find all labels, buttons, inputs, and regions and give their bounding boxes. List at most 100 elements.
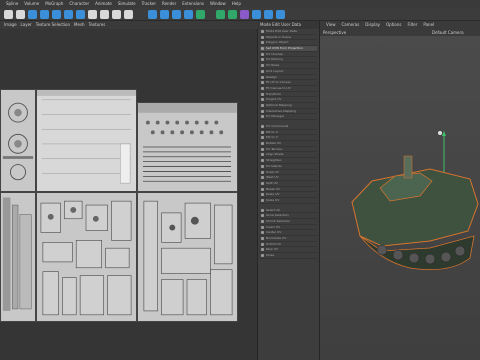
command-icon [261, 198, 264, 202]
render-view-icon[interactable] [148, 10, 157, 19]
command-label: Scale UV [266, 197, 280, 202]
viewport-title: Perspective [323, 30, 347, 35]
command-item[interactable]: UV Manager [260, 114, 317, 120]
rotate-icon[interactable] [64, 10, 73, 19]
command-item[interactable]: Scale UV [260, 198, 317, 204]
command-list: Mode Edit User Data Objects in Scene Polyg… [258, 29, 319, 259]
command-icon [261, 41, 264, 45]
command-label: Polygon Object [266, 40, 289, 45]
menu-character[interactable]: Character [69, 1, 89, 6]
menu-tracker[interactable]: Tracker [142, 1, 156, 6]
command-label: UV Manager [266, 114, 285, 119]
command-label: Pack UV [266, 247, 279, 252]
uv-menu-textures[interactable]: Textures [89, 22, 106, 27]
uv-tile-parts [36, 192, 137, 322]
command-label: Realign [266, 74, 278, 79]
camera-label[interactable]: Default Camera [432, 29, 464, 36]
viewport-menu: View Cameras Display Options Filter Panel [320, 21, 480, 29]
uv-tile-track [137, 192, 238, 322]
uv-commands-panel: Mode Edit User Data Mode Edit User Data O… [258, 21, 320, 360]
command-icon [261, 86, 264, 90]
subdivision-icon[interactable] [216, 10, 225, 19]
viewport-menu-display[interactable]: Display [365, 22, 380, 27]
command-label: Grow Selection [266, 213, 289, 218]
redo-icon[interactable] [16, 10, 25, 19]
command-icon [261, 136, 264, 140]
cube-icon[interactable] [184, 10, 193, 19]
command-icon [261, 98, 264, 102]
command-label: Center UV [266, 230, 282, 235]
menu-volume[interactable]: Volume [24, 1, 39, 6]
command-icon [261, 81, 264, 85]
command-icon [261, 231, 264, 235]
command-label: Project UV [266, 97, 282, 102]
scale-icon[interactable] [52, 10, 61, 19]
command-icon [261, 52, 264, 56]
object-icon[interactable] [76, 10, 85, 19]
command-label: Shrink Selection [266, 219, 291, 223]
command-label: Fit Canvas to UV [266, 85, 291, 90]
uv-menu-mesh[interactable]: Mesh [74, 22, 85, 27]
command-icon [261, 115, 264, 119]
main-menubar: Spline Volume MoGraph Character Animate Simul… [0, 0, 480, 8]
command-label: UV Islands [266, 163, 282, 168]
x-axis-icon[interactable] [88, 10, 97, 19]
uv-editor-canvas[interactable] [0, 29, 258, 360]
cloner-icon[interactable] [228, 10, 237, 19]
command-icon [261, 208, 264, 212]
viewport-titlebar: Perspective Default Camera [320, 29, 480, 36]
menu-extensions[interactable]: Extensions [182, 1, 204, 6]
viewport-menu-cameras[interactable]: Cameras [342, 22, 360, 27]
render-picture-icon[interactable] [160, 10, 169, 19]
y-axis-icon[interactable] [100, 10, 109, 19]
command-icon [261, 130, 264, 134]
command-label: Interactive Mapping [266, 108, 296, 113]
command-label: UV Relax [266, 63, 280, 68]
deformer-icon[interactable] [240, 10, 249, 19]
command-label: Normalize UV [266, 236, 287, 241]
command-icon [261, 35, 264, 39]
pen-icon[interactable] [196, 10, 205, 19]
menu-mograph[interactable]: MoGraph [45, 1, 63, 6]
command-label: Objects in Scene [266, 34, 292, 39]
command-label: Snap UV [266, 169, 279, 174]
uv-menu-image[interactable]: Image [4, 22, 17, 27]
undo-icon[interactable] [4, 10, 13, 19]
render-settings-icon[interactable] [172, 10, 181, 19]
command-icon [261, 92, 264, 96]
command-icon [261, 187, 264, 191]
uv-menu-layer[interactable]: Layer [21, 22, 32, 27]
perspective-viewport[interactable] [320, 36, 480, 360]
viewport-menu-view[interactable]: View [326, 22, 336, 27]
command-item[interactable]: Close [260, 253, 317, 259]
command-label: Optimal Mapping [266, 102, 292, 107]
command-icon [261, 214, 264, 218]
menu-window[interactable]: Window [210, 1, 226, 6]
command-label: Mode Edit User Data [266, 29, 297, 33]
viewport-menu-filter[interactable]: Filter [407, 22, 417, 27]
command-label: Close [266, 253, 275, 258]
menu-render[interactable]: Render [162, 1, 176, 6]
command-label: Mirror V [266, 135, 278, 140]
menu-simulate[interactable]: Simulate [118, 1, 136, 6]
menu-spline[interactable]: Spline [6, 1, 18, 6]
menu-animate[interactable]: Animate [95, 1, 112, 6]
uv-menu-texture-selection[interactable]: Texture Selection [36, 22, 70, 27]
floor-icon[interactable] [252, 10, 261, 19]
viewport-menu-options[interactable]: Options [386, 22, 401, 27]
move-icon[interactable] [40, 10, 49, 19]
command-label: Select All [266, 207, 280, 212]
z-axis-icon[interactable] [112, 10, 121, 19]
command-icon [261, 64, 264, 68]
menu-help[interactable]: Help [232, 1, 241, 6]
select-icon[interactable] [28, 10, 37, 19]
command-icon [261, 109, 264, 113]
light-icon[interactable] [276, 10, 285, 19]
command-label: Grid Layout [266, 68, 284, 73]
command-label: Set UVW from Projection [266, 46, 303, 51]
world-icon[interactable] [124, 10, 133, 19]
viewport-menu-panel[interactable]: Panel [423, 22, 434, 27]
command-icon [261, 153, 264, 157]
command-icon [261, 142, 264, 146]
camera-icon[interactable] [264, 10, 273, 19]
